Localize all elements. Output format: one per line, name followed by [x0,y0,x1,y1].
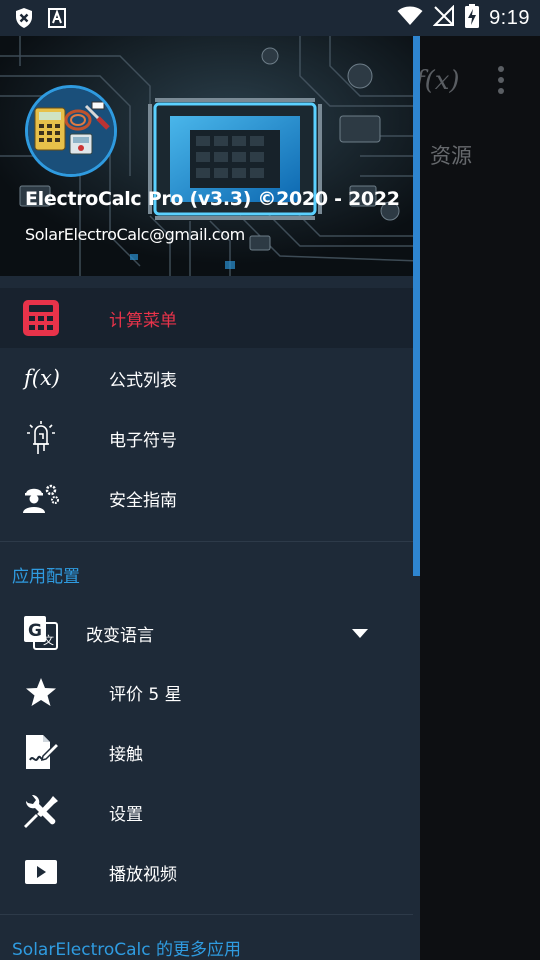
menu-item-change-language[interactable]: G 文 改变语言 [0,603,413,663]
no-signal-icon [432,4,455,31]
background-fx-icon: f(x) [415,66,460,96]
star-icon [22,674,60,710]
svg-text:f(x): f(x) [22,366,60,390]
wrench-screwdriver-icon [22,794,60,830]
menu-item-electronic-symbols[interactable]: 电子符号 [0,408,413,468]
menu-item-contact[interactable]: 接触 [0,722,413,782]
menu-item-rate-five-stars[interactable]: 评价 5 星 [0,662,413,722]
menu-item-label: 电子符号 [109,431,177,451]
section-more-apps[interactable]: SolarElectroCalc 的更多应用 [12,935,241,960]
menu-item-label: 改变语言 [86,626,154,646]
drawer-header: ElectroCalc Pro (v3.3) ©2020 - 2022 Sola… [0,36,420,276]
menu-item-calculation-menu[interactable]: 计算菜单 [0,288,413,348]
menu-item-label: 公式列表 [109,371,177,391]
svg-text:文: 文 [43,633,54,647]
menu-divider [0,541,413,542]
drawer-contact-email[interactable]: SolarElectroCalc@gmail.com [25,225,245,244]
play-video-icon [22,854,60,890]
app-logo-avatar[interactable] [25,85,117,177]
worker-safety-icon [22,480,60,516]
menu-item-label: 播放视频 [109,865,177,885]
battery-charging-icon [465,4,480,32]
menu-item-formula-list[interactable]: f(x) 公式列表 [0,348,413,408]
menu-item-label: 设置 [109,805,143,825]
menu-divider [0,914,413,915]
shield-x-icon [14,7,34,33]
menu-item-play-video[interactable]: 播放视频 [0,842,413,902]
section-title-app-config: 应用配置 [12,567,80,587]
contact-sign-icon [22,734,60,770]
background-resource-label: 资源 [430,144,472,168]
menu-item-label: 计算菜单 [109,311,177,331]
menu-item-label: 评价 5 星 [109,685,182,705]
navigation-drawer: ElectroCalc Pro (v3.3) ©2020 - 2022 Sola… [0,36,420,960]
menu-item-safety-guide[interactable]: 安全指南 [0,468,413,528]
menu-item-label: 接触 [109,745,143,765]
chevron-down-icon[interactable] [352,629,368,638]
drawer-scrollbar[interactable] [413,36,420,576]
wifi-icon [397,6,423,30]
led-icon [22,420,60,456]
a-text-icon [48,8,66,32]
svg-text:G: G [28,621,42,641]
status-bar: 9:19 [0,0,540,36]
translate-icon: G 文 [22,615,60,651]
status-time: 9:19 [489,6,530,29]
menu-item-label: 安全指南 [109,491,177,511]
background-overflow-menu-icon [498,66,506,99]
drawer-app-title: ElectroCalc Pro (v3.3) ©2020 - 2022 [25,188,400,210]
calculator-icon [22,300,60,336]
menu-item-settings[interactable]: 设置 [0,782,413,842]
fx-icon: f(x) [22,360,60,396]
